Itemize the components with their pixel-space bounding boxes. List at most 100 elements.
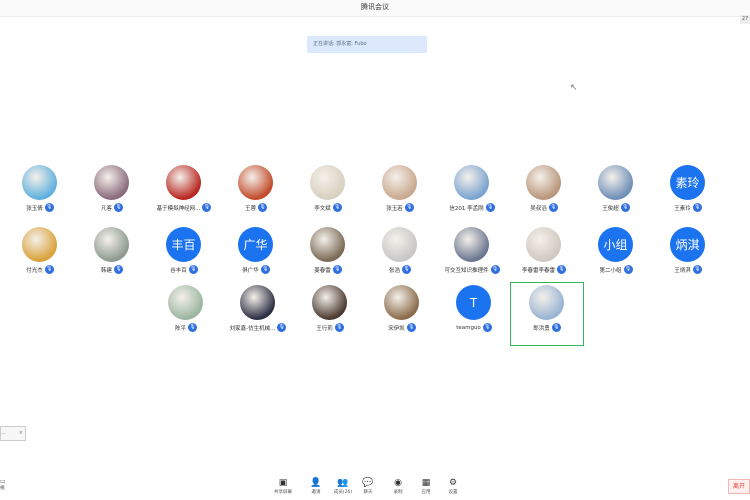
participant-tile[interactable]: 张玉若 🎙 (364, 163, 436, 225)
participant-tile[interactable]: 吴叔滔 🎙 (508, 163, 580, 225)
participant-name: 韩建 (100, 267, 112, 274)
avatar (526, 227, 561, 262)
avatar (168, 285, 203, 320)
participant-tile[interactable]: 郎洪勇 🎙 (510, 282, 584, 346)
participant-name: 王行莉 (316, 325, 333, 332)
minimized-panel[interactable]: ... × (0, 426, 26, 441)
participant-tile[interactable]: 基于模拟神经网... 🎙 (148, 163, 220, 225)
microphone-icon: 🎙 (260, 265, 270, 274)
minimized-panel-label: ... (1, 430, 6, 436)
participant-tile[interactable]: 素玲 王素玲 🎙 (652, 163, 724, 225)
participant-name: 宋伊凯 (388, 325, 405, 332)
participant-tile[interactable]: 姜春雷 🎙 (292, 225, 364, 287)
participant-name-row: 张玉若 🎙 (364, 203, 436, 212)
participant-tile[interactable]: 宋伊凯 🎙 (366, 283, 438, 345)
avatar (22, 227, 57, 262)
toolbar-label: 聊天 (363, 490, 373, 495)
avatar (382, 165, 417, 200)
participant-tile[interactable]: 韩建 🎙 (76, 225, 148, 287)
participant-name-row: 付光杰 🎙 (4, 265, 76, 274)
participant-tile[interactable]: 张浩 🎙 (364, 225, 436, 287)
avatar (382, 227, 417, 262)
leave-meeting-button[interactable]: 离开 (728, 479, 750, 494)
participant-tile[interactable]: 丰百谷丰百 🎙 (148, 225, 220, 287)
participant-name-row: 张浩 🎙 (364, 265, 436, 274)
participant-name: 郎洪勇 (533, 325, 550, 332)
participant-tile[interactable]: 李文斌 🎙 (292, 163, 364, 225)
toolbar-label: 邀请 (311, 490, 321, 495)
avatar (598, 165, 633, 200)
microphone-icon: 🎙 (188, 265, 198, 274)
participant-name-row: 王蓉 🎙 (220, 203, 292, 212)
record-icon: ◉ (394, 478, 402, 488)
window-title: 腾讯会议 (361, 3, 389, 11)
avatar (94, 165, 129, 200)
avatar: 小组 (598, 227, 633, 262)
participant-name: 王俊超 (602, 205, 619, 212)
participant-tile[interactable]: 王蓉 🎙 (220, 163, 292, 225)
participant-name: 张玉倩 (26, 205, 43, 212)
participant-name: 李文斌 (314, 205, 331, 212)
apps-button[interactable]: ▦ 应用 (413, 478, 439, 495)
participant-tile[interactable]: 陈平 🎙 (150, 283, 222, 345)
participant-name: teamguo (456, 324, 481, 331)
avatar: 丰百 (166, 227, 201, 262)
participant-tile[interactable]: 王俊超 🎙 (580, 163, 652, 225)
share-screen-button[interactable]: ▣ 共享屏幕 (270, 478, 296, 495)
avatar: 广华 (238, 227, 273, 262)
close-icon[interactable]: × (19, 427, 23, 440)
invite-button[interactable]: 👤 邀请 (303, 478, 329, 495)
participant-name-row: 可交互知识推理件 🎙 (436, 265, 508, 274)
participant-tile[interactable]: 炳淇 王炳淇 🎙 (652, 225, 724, 287)
participant-name-row: 信201 李孟刚 🎙 (436, 203, 508, 212)
participant-tile[interactable]: 信201 李孟刚 🎙 (436, 163, 508, 225)
participant-tile[interactable]: 可交互知识推理件 🎙 (436, 225, 508, 287)
participant-name-row: 王俊超 🎙 (580, 203, 652, 212)
participant-name-row: 陈平 🎙 (150, 323, 222, 332)
record-button[interactable]: ◉ 录制 (385, 478, 411, 495)
microphone-icon: 🎙 (557, 265, 566, 274)
participant-tile[interactable]: 刘家鑫-仿生机械... 🎙 (222, 283, 294, 345)
participant-tile[interactable]: 付光杰 🎙 (4, 225, 76, 287)
participant-name-row: 凡客 🎙 (76, 203, 148, 212)
toolbar-label: 设置 (448, 490, 458, 495)
participant-tile[interactable]: 凡客 🎙 (76, 163, 148, 225)
avatar (526, 165, 561, 200)
microphone-icon: 🎙 (258, 203, 267, 212)
microphone-icon: 🎙 (332, 203, 342, 212)
participant-name: 陈平 (174, 325, 186, 332)
participant-name-row: 谷丰百 🎙 (148, 265, 220, 274)
corner-indicator: 27 (740, 15, 750, 24)
participant-name-row: 韩建 🎙 (76, 265, 148, 274)
members-button[interactable]: 👥 成员(26) (330, 478, 356, 495)
microphone-icon: 🎙 (188, 323, 197, 332)
participant-tile[interactable]: 广华 俱广华 🎙 (220, 225, 292, 287)
avatar (454, 227, 489, 262)
microphone-icon: 🎙 (620, 203, 630, 212)
chat-button[interactable]: 💬 聊天 (355, 478, 381, 495)
apps-icon: ▦ (421, 478, 431, 488)
toolbar-label: 共享屏幕 (274, 490, 292, 495)
avatar (310, 165, 345, 200)
share-screen-icon: ▣ (278, 478, 288, 488)
participant-name: 王蓉 (244, 205, 256, 212)
participant-tile[interactable]: 张玉倩 🎙 (4, 163, 76, 225)
microphone-icon: 🎙 (277, 323, 287, 332)
participant-name-row: 吴叔滔 🎙 (508, 203, 580, 212)
microphone-icon: 🎙 (551, 323, 561, 332)
window-titlebar: 腾讯会议 27 (0, 0, 750, 24)
microphone-icon: 🎙 (334, 323, 344, 332)
avatar (166, 165, 201, 200)
participant-name-row: 姜春雷 🎙 (292, 265, 364, 274)
avatar (240, 285, 275, 320)
participant-name: 吴叔滔 (530, 205, 547, 212)
participant-tile[interactable]: 李春雷李春雷 🎙 (508, 225, 580, 287)
settings-button[interactable]: ⚙ 设置 (440, 478, 466, 495)
avatar (529, 285, 564, 320)
participant-tile[interactable]: 小组 第二小组 🎙 (580, 225, 652, 287)
participant-tile[interactable]: 王行莉 🎙 (294, 283, 366, 345)
participant-tile[interactable]: Tteamguo 🎙 (438, 283, 510, 345)
participant-name-row: 刘家鑫-仿生机械... 🎙 (222, 323, 294, 332)
avatar (94, 227, 129, 262)
microphone-icon: 🎙 (402, 265, 411, 274)
